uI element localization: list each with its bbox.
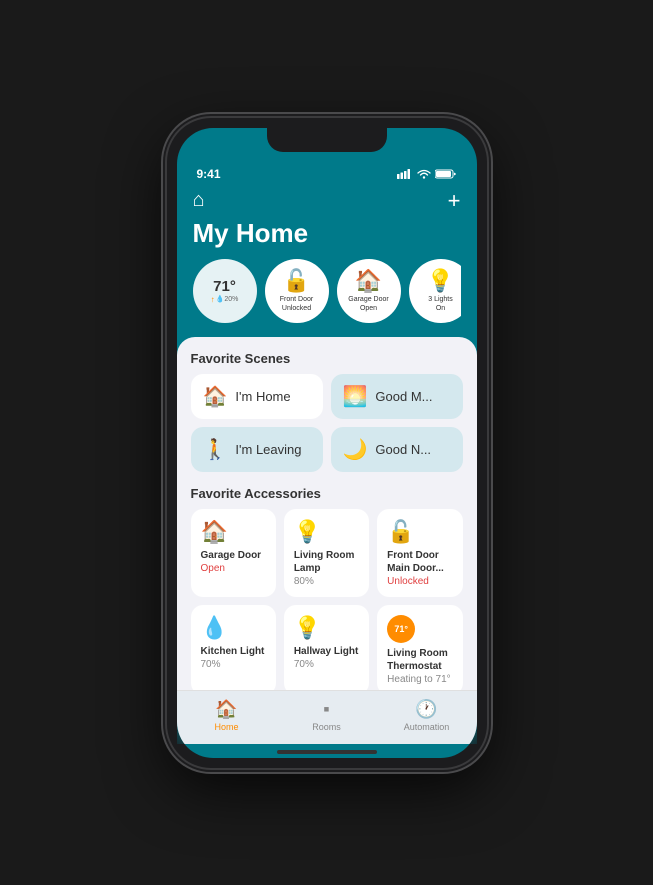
acc-living-room-lamp[interactable]: 💡 Living Room Lamp 80% <box>284 509 369 597</box>
garage-door-label: Garage DoorOpen <box>346 296 390 313</box>
tab-automation[interactable]: 🕐 Automation <box>397 699 457 732</box>
header-area: ⌂ + My Home 71° ↑ 💧20% <box>177 184 477 337</box>
page-title: My Home <box>193 218 461 249</box>
front-door-acc-status: Unlocked <box>387 576 429 587</box>
garage-door-bubble[interactable]: 🏠 Garage DoorOpen <box>337 259 401 323</box>
thermostat-acc-name: Living Room Thermostat <box>387 647 452 673</box>
im-home-icon: 🏠 <box>203 384 228 409</box>
acc-living-room-thermostat[interactable]: 71° Living Room Thermostat Heating to 71… <box>377 605 462 690</box>
lights-icon: 💡 <box>427 268 454 294</box>
good-morning-icon: 🌅 <box>343 384 368 409</box>
tab-home[interactable]: 🏠 Home <box>197 699 257 732</box>
content-area: Favorite Scenes 🏠 I'm Home 🌅 Good M... 🚶 <box>177 337 477 690</box>
status-icons <box>397 169 457 179</box>
kitchen-light-icon: 💧 <box>201 615 228 641</box>
phone-screen: 9:41 <box>177 128 477 758</box>
notch <box>267 128 387 152</box>
tab-bar: 🏠 Home ▪ Rooms 🕐 Automation <box>177 690 477 744</box>
acc-garage-door[interactable]: 🏠 Garage Door Open <box>191 509 276 597</box>
kitchen-light-status: 70% <box>201 659 221 670</box>
thermostat-circle: 71° <box>387 615 415 643</box>
accessories-grid: 🏠 Garage Door Open 💡 Living Room Lamp 80… <box>191 509 463 690</box>
front-door-acc-icon: 🔓 <box>387 519 414 545</box>
header-top: ⌂ + <box>193 188 461 214</box>
acc-front-door[interactable]: 🔓 Front Door Main Door... Unlocked <box>377 509 462 597</box>
tab-home-label: Home <box>214 722 238 732</box>
garage-acc-name: Garage Door <box>201 549 262 562</box>
scene-good-night[interactable]: 🌙 Good N... <box>331 427 463 472</box>
temp-value: 71° <box>213 278 236 295</box>
lamp-acc-name: Living Room Lamp <box>294 549 359 575</box>
tab-automation-icon: 🕐 <box>415 699 437 720</box>
front-door-acc-name: Front Door Main Door... <box>387 549 452 575</box>
scene-im-leaving[interactable]: 🚶 I'm Leaving <box>191 427 323 472</box>
tab-rooms-label: Rooms <box>312 722 341 732</box>
lights-label: 3 LightsOn <box>426 296 455 313</box>
add-button[interactable]: + <box>448 188 461 214</box>
tab-rooms-icon: ▪ <box>323 699 329 720</box>
devices-scroll: 71° ↑ 💧20% 🔓 Front DoorUnlocked 🏠 <box>193 259 461 327</box>
humidity-row: ↑ 💧20% <box>211 295 239 304</box>
tab-automation-label: Automation <box>404 722 450 732</box>
status-time: 9:41 <box>197 167 221 181</box>
phone-frame: 9:41 <box>167 118 487 768</box>
temp-bubble[interactable]: 71° ↑ 💧20% <box>193 259 257 323</box>
good-morning-label: Good M... <box>375 389 432 404</box>
acc-kitchen-light[interactable]: 💧 Kitchen Light 70% <box>191 605 276 690</box>
thermostat-acc-status: Heating to 71° <box>387 674 451 685</box>
im-leaving-label: I'm Leaving <box>235 442 301 457</box>
up-arrow-icon: ↑ <box>211 295 215 304</box>
lamp-acc-icon: 💡 <box>294 519 321 545</box>
hallway-light-status: 70% <box>294 659 314 670</box>
home-header-icon: ⌂ <box>193 189 205 212</box>
status-bar: 9:41 <box>177 156 477 184</box>
scenes-section-title: Favorite Scenes <box>191 351 463 366</box>
garage-icon: 🏠 <box>355 268 382 294</box>
hallway-light-name: Hallway Light <box>294 645 358 658</box>
good-night-icon: 🌙 <box>343 437 368 462</box>
tab-home-icon: 🏠 <box>215 699 237 720</box>
front-door-label: Front DoorUnlocked <box>278 296 315 313</box>
im-leaving-icon: 🚶 <box>203 437 228 462</box>
lamp-acc-status: 80% <box>294 576 314 587</box>
kitchen-light-name: Kitchen Light <box>201 645 265 658</box>
main-content: Favorite Scenes 🏠 I'm Home 🌅 Good M... 🚶 <box>177 337 477 758</box>
garage-acc-status: Open <box>201 563 225 574</box>
battery-icon <box>435 169 457 179</box>
scenes-grid: 🏠 I'm Home 🌅 Good M... 🚶 I'm Leaving <box>191 374 463 472</box>
accessories-section-title: Favorite Accessories <box>191 486 463 501</box>
scene-good-morning[interactable]: 🌅 Good M... <box>331 374 463 419</box>
front-door-bubble[interactable]: 🔓 Front DoorUnlocked <box>265 259 329 323</box>
good-night-label: Good N... <box>375 442 431 457</box>
lights-bubble[interactable]: 💡 3 LightsOn <box>409 259 461 323</box>
acc-hallway-light[interactable]: 💡 Hallway Light 70% <box>284 605 369 690</box>
garage-acc-icon: 🏠 <box>201 519 228 545</box>
humidity-value: 💧20% <box>216 295 239 303</box>
home-indicator <box>277 750 377 754</box>
hallway-light-icon: 💡 <box>294 615 321 641</box>
wifi-icon <box>417 169 431 179</box>
im-home-label: I'm Home <box>235 389 290 404</box>
scene-im-home[interactable]: 🏠 I'm Home <box>191 374 323 419</box>
lock-open-icon: 🔓 <box>283 268 310 294</box>
signal-icon <box>397 169 413 179</box>
tab-rooms[interactable]: ▪ Rooms <box>297 699 357 732</box>
